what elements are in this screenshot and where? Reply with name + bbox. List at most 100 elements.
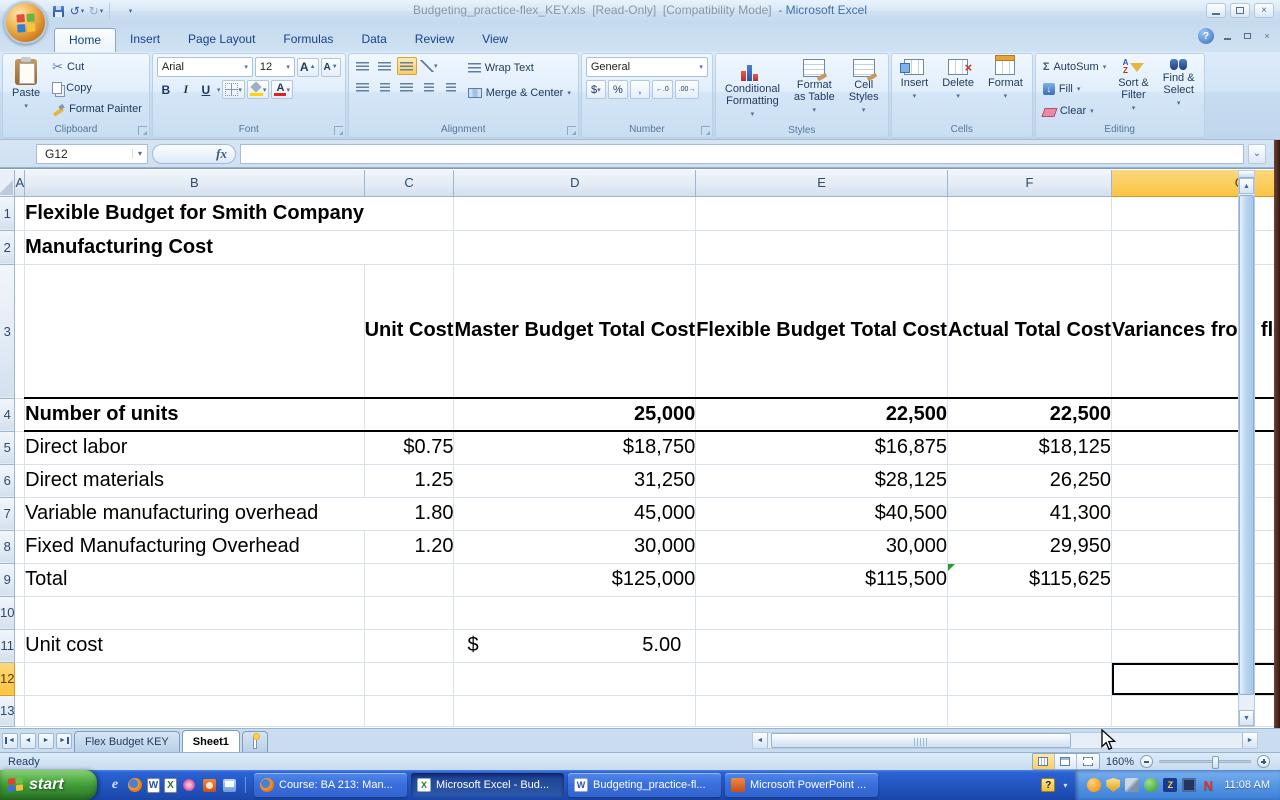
find-select-button[interactable]: Find & Select ▾ xyxy=(1158,57,1200,112)
cell[interactable] xyxy=(947,230,1112,265)
excel-icon[interactable]: X xyxy=(164,777,177,793)
chevron-down-icon[interactable]: ▾ xyxy=(956,91,960,103)
paste-button[interactable]: Paste ▾ xyxy=(7,57,45,115)
cell[interactable] xyxy=(24,264,365,399)
cell[interactable] xyxy=(695,596,948,630)
chevron-down-icon[interactable]: ▾ xyxy=(1077,85,1081,93)
tab-insert[interactable]: Insert xyxy=(116,28,174,52)
cell[interactable] xyxy=(453,695,697,727)
grow-font-button[interactable]: A ▲ xyxy=(296,57,319,77)
cell-c9[interactable] xyxy=(364,563,455,597)
row-header-12[interactable]: 12 xyxy=(0,662,16,696)
cell[interactable] xyxy=(695,196,948,231)
formula-input[interactable] xyxy=(240,143,1244,164)
cell[interactable] xyxy=(947,629,1112,663)
cell-b5[interactable]: Direct labor xyxy=(24,431,365,465)
cell-e9[interactable]: $115,500 xyxy=(695,563,948,597)
scroll-right-button[interactable]: ► xyxy=(1242,733,1257,748)
cell[interactable] xyxy=(14,662,26,696)
chevron-down-icon[interactable]: ▾ xyxy=(24,101,28,113)
cell-e7[interactable]: $40,500 xyxy=(695,497,948,531)
cell-d3-header[interactable]: Master Budget Total Cost xyxy=(453,264,697,399)
cell-styles-button[interactable]: Cell Styles ▾ xyxy=(844,57,884,119)
cell-f8[interactable]: 29,950 xyxy=(947,530,1112,564)
orientation-button[interactable]: ▾ xyxy=(419,57,439,75)
cell[interactable] xyxy=(453,596,697,630)
cell[interactable] xyxy=(364,230,455,265)
percent-style-button[interactable]: % xyxy=(607,80,628,99)
name-box[interactable]: G12 ▾ xyxy=(36,143,148,164)
cell[interactable] xyxy=(364,629,455,663)
chevron-down-icon[interactable]: ▾ xyxy=(751,109,755,121)
access-icon[interactable] xyxy=(181,777,197,793)
last-sheet-button[interactable]: ► xyxy=(56,732,72,749)
task-button-word[interactable]: W Budgeting_practice-fl... xyxy=(568,773,721,797)
chevron-down-icon[interactable]: ▾ xyxy=(813,105,817,117)
cell[interactable] xyxy=(947,662,1112,696)
workbook-minimize-button[interactable] xyxy=(1220,30,1234,42)
row-header-1[interactable]: 1 xyxy=(0,196,16,231)
cell[interactable] xyxy=(14,497,26,531)
cell[interactable] xyxy=(453,662,697,696)
horizontal-scroll-thumb[interactable] xyxy=(771,733,1071,748)
chevron-down-icon[interactable]: ▾ xyxy=(1090,107,1094,115)
vertical-scroll-thumb[interactable] xyxy=(1239,195,1254,695)
cell[interactable] xyxy=(695,695,948,727)
insert-function-button[interactable]: fx xyxy=(152,143,236,164)
task-button-powerpoint[interactable]: Microsoft PowerPoint ... xyxy=(725,773,878,797)
monitor-tray-icon[interactable] xyxy=(1182,778,1197,792)
row-header-8[interactable]: 8 xyxy=(0,530,16,564)
chevron-down-icon[interactable]: ▾ xyxy=(597,86,601,94)
cell[interactable] xyxy=(14,530,26,564)
align-bottom-button[interactable] xyxy=(396,57,417,75)
font-size-combo[interactable]: 12 ▾ xyxy=(254,57,295,77)
task-button-excel[interactable]: X Microsoft Excel - Bud... xyxy=(411,773,564,797)
restore-button[interactable] xyxy=(1230,3,1250,18)
decrease-decimal-button[interactable]: .00→ xyxy=(674,80,700,99)
minimize-button[interactable] xyxy=(1206,3,1226,18)
chevron-down-icon[interactable]: ▾ xyxy=(862,105,866,117)
increase-decimal-button[interactable]: ←.0 xyxy=(651,80,673,99)
cell-b6[interactable]: Direct materials xyxy=(24,464,365,498)
cell-f5[interactable]: $18,125 xyxy=(947,431,1112,465)
cell-d5[interactable]: $18,750 xyxy=(453,431,697,465)
chevron-down-icon[interactable]: ▾ xyxy=(244,63,248,71)
page-break-view-button[interactable] xyxy=(1076,754,1099,769)
cell[interactable] xyxy=(14,431,26,465)
cell[interactable] xyxy=(14,196,26,231)
autosum-button[interactable]: Σ AutoSum ▾ xyxy=(1040,57,1109,77)
workbook-restore-button[interactable] xyxy=(1240,30,1254,42)
chevron-down-icon[interactable]: ▾ xyxy=(238,86,242,94)
cell[interactable] xyxy=(24,695,365,727)
office-button[interactable] xyxy=(4,1,47,44)
chevron-down-icon[interactable]: ▾ xyxy=(1103,63,1107,71)
chevron-down-icon[interactable]: ▾ xyxy=(567,89,571,97)
number-dialog-launcher[interactable] xyxy=(700,126,710,135)
alignment-dialog-launcher[interactable] xyxy=(566,126,576,135)
cell-f9[interactable]: $115,625 xyxy=(947,563,1112,597)
format-painter-button[interactable]: Format Painter xyxy=(49,99,145,119)
cell-c3-header[interactable]: Unit Cost xyxy=(364,264,455,399)
font-color-button[interactable]: A ▾ xyxy=(271,80,293,99)
clipboard-dialog-launcher[interactable] xyxy=(137,126,147,135)
row-header-13[interactable]: 13 xyxy=(0,695,16,727)
start-button[interactable]: start xyxy=(0,770,97,800)
cell-b1-title[interactable]: Flexible Budget for Smith Company xyxy=(24,196,365,231)
column-header-f[interactable]: F xyxy=(947,170,1112,197)
cell[interactable] xyxy=(364,596,455,630)
firefox-icon[interactable] xyxy=(127,777,143,793)
underline-button[interactable]: U xyxy=(197,81,215,99)
insert-worksheet-tab[interactable] xyxy=(241,731,268,752)
previous-sheet-button[interactable]: ◄ xyxy=(20,732,36,749)
cell-b4[interactable]: Number of units xyxy=(24,398,365,432)
split-handle[interactable] xyxy=(1239,171,1254,178)
chevron-down-icon[interactable]: ▾ xyxy=(913,91,917,103)
chevron-down-icon[interactable]: ▾ xyxy=(1004,91,1008,103)
comma-style-button[interactable]: , xyxy=(629,80,650,99)
delete-cells-button[interactable]: Delete ▾ xyxy=(937,57,979,105)
fill-button[interactable]: ↓ Fill ▾ xyxy=(1040,79,1109,99)
cell[interactable] xyxy=(695,230,948,265)
number-format-combo[interactable]: General ▾ xyxy=(585,57,708,77)
cell[interactable] xyxy=(24,662,365,696)
increase-indent-button[interactable] xyxy=(441,78,461,96)
